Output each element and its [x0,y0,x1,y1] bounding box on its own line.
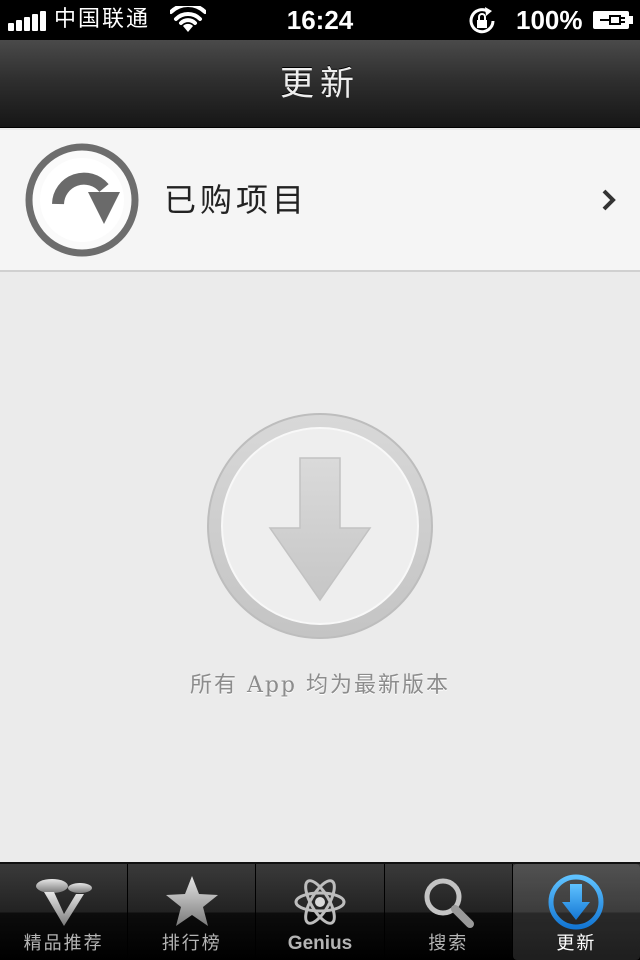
purchased-arrow-icon [25,143,139,257]
tab-label: Genius [287,933,353,954]
tab-label: 搜索 [428,933,469,954]
purchased-row[interactable]: 已购项目 [0,130,640,272]
star-icon [165,876,218,926]
search-icon [424,878,475,928]
empty-state-message: 所有 App 均为最新版本 [189,673,451,698]
battery-charging-icon [593,11,633,29]
status-bar: 中国联通 16:24 100% [0,0,640,40]
purchased-label: 已购项目 [164,181,309,219]
tab-top-charts[interactable]: 排行榜 [128,864,257,960]
tab-featured[interactable]: 精品推荐 [0,864,129,960]
download-arrow-icon [207,413,433,639]
tab-label: 更新 [556,933,597,954]
rotation-lock-icon [469,7,495,34]
genius-atom-icon [294,879,346,925]
featured-icon [35,879,92,926]
tab-label: 精品推荐 [23,933,104,954]
page-title: 更新 [280,64,360,104]
tab-search[interactable]: 搜索 [385,864,513,960]
battery-percent: 100% [516,5,583,35]
navigation-bar: 更新 [0,40,640,128]
tab-label: 排行榜 [161,933,222,954]
updates-icon [548,874,604,930]
tab-bar: 精品推荐 排行榜 Genius 搜索 更新 [0,862,640,960]
tab-updates[interactable]: 更新 [512,864,640,960]
tab-genius[interactable]: Genius [256,864,385,960]
chevron-right-icon [602,189,616,211]
